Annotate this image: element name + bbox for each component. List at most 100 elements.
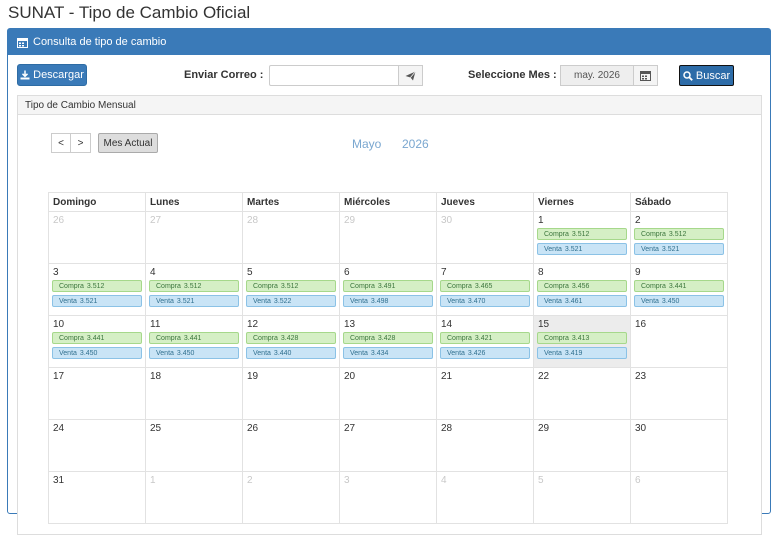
calendar-week: 26 27 28 29 30 1 Compra 3.512 Venta 3.521 2 Compra 3… (49, 212, 728, 264)
day-number: 6 (344, 267, 350, 278)
day-cell: 2 Compra 3.512 Venta 3.521 (631, 212, 728, 264)
buy-rate-value: 3.441 (86, 334, 105, 342)
search-icon (683, 70, 693, 81)
buy-rate-value: 3.428 (377, 334, 396, 342)
day-cell: 22 (534, 368, 631, 420)
day-cell: 4 Compra 3.512 Venta 3.521 (146, 264, 243, 316)
buy-rate-event[interactable]: Compra 3.428 (246, 332, 336, 344)
day-cell: 23 (631, 368, 728, 420)
panel-heading-text: Consulta de tipo de cambio (33, 36, 167, 48)
sell-rate-value: 3.521 (176, 297, 195, 305)
day-number: 18 (150, 371, 162, 382)
day-number: 29 (538, 423, 550, 434)
day-number: 26 (53, 215, 65, 226)
weekday-header-cell: Miércoles (340, 193, 437, 212)
day-cell: 20 (340, 368, 437, 420)
buy-rate-value: 3.512 (571, 230, 590, 238)
buy-rate-event[interactable]: Compra 3.465 (440, 280, 530, 292)
day-cell: 12 Compra 3.428 Venta 3.440 (243, 316, 340, 368)
monthly-rate-section: Tipo de Cambio Mensual < > Mes Actual Ma… (17, 95, 762, 535)
day-number: 4 (441, 475, 447, 486)
page-title: SUNAT - Tipo de Cambio Oficial (8, 3, 251, 22)
next-month-button[interactable]: > (71, 133, 91, 153)
sell-rate-value: 3.450 (661, 297, 680, 305)
day-cell: 29 (534, 420, 631, 472)
sell-rate-label: Venta (59, 297, 77, 305)
day-number: 22 (538, 371, 550, 382)
buy-rate-event[interactable]: Compra 3.441 (634, 280, 724, 292)
sell-rate-event[interactable]: Venta 3.440 (246, 347, 336, 359)
sell-rate-event[interactable]: Venta 3.450 (149, 347, 239, 359)
month-field[interactable]: may. 2026 (560, 65, 634, 86)
calendar-week: 31 1 2 3 4 5 6 (49, 472, 728, 524)
download-button[interactable]: Descargar (17, 64, 87, 86)
buy-rate-label: Compra (544, 334, 569, 342)
buy-rate-label: Compra (59, 334, 84, 342)
sell-rate-event[interactable]: Venta 3.522 (246, 295, 336, 307)
day-number: 11 (150, 319, 161, 330)
sell-rate-event[interactable]: Venta 3.434 (343, 347, 433, 359)
buy-rate-label: Compra (447, 334, 472, 342)
sell-rate-event[interactable]: Venta 3.461 (537, 295, 627, 307)
buy-rate-event[interactable]: Compra 3.441 (52, 332, 142, 344)
sell-rate-event[interactable]: Venta 3.450 (634, 295, 724, 307)
calendar-year: 2026 (402, 137, 429, 151)
send-email-button[interactable] (398, 65, 423, 86)
month-picker-button[interactable] (633, 65, 658, 86)
buy-rate-event[interactable]: Compra 3.421 (440, 332, 530, 344)
sell-rate-event[interactable]: Venta 3.450 (52, 347, 142, 359)
email-input[interactable] (269, 65, 399, 86)
weekday-header: Domingo Lunes Martes Miércoles Jueves Viernes… (49, 193, 728, 212)
buy-rate-event[interactable]: Compra 3.428 (343, 332, 433, 344)
day-cell: 2 (243, 472, 340, 524)
day-cell: 10 Compra 3.441 Venta 3.450 (49, 316, 146, 368)
day-number: 12 (247, 319, 259, 330)
prev-month-button[interactable]: < (51, 133, 71, 153)
buy-rate-label: Compra (350, 282, 375, 290)
day-cell: 28 (437, 420, 534, 472)
sell-rate-event[interactable]: Venta 3.426 (440, 347, 530, 359)
sell-rate-event[interactable]: Venta 3.521 (149, 295, 239, 307)
day-cell: 17 (49, 368, 146, 420)
day-cell: 28 (243, 212, 340, 264)
sell-rate-value: 3.470 (467, 297, 486, 305)
buy-rate-label: Compra (156, 282, 181, 290)
sell-rate-event[interactable]: Venta 3.470 (440, 295, 530, 307)
sell-rate-event[interactable]: Venta 3.419 (537, 347, 627, 359)
day-number: 17 (53, 371, 65, 382)
sell-rate-event[interactable]: Venta 3.521 (634, 243, 724, 255)
sell-rate-value: 3.450 (176, 349, 195, 357)
buy-rate-event[interactable]: Compra 3.512 (634, 228, 724, 240)
buy-rate-event[interactable]: Compra 3.491 (343, 280, 433, 292)
buy-rate-event[interactable]: Compra 3.512 (149, 280, 239, 292)
search-button[interactable]: Buscar (679, 65, 734, 86)
sell-rate-label: Venta (641, 297, 659, 305)
exchange-rate-panel: Consulta de tipo de cambio Descargar Env… (7, 28, 771, 535)
sell-rate-label: Venta (350, 297, 368, 305)
sell-rate-label: Venta (447, 349, 465, 357)
day-cell: 25 (146, 420, 243, 472)
sell-rate-value: 3.521 (661, 245, 680, 253)
buy-rate-label: Compra (544, 282, 569, 290)
calendar-week: 17 18 19 20 21 22 23 (49, 368, 728, 420)
buy-rate-event[interactable]: Compra 3.413 (537, 332, 627, 344)
toolbar: Descargar Enviar Correo : Seleccione Mes… (8, 55, 770, 91)
current-month-button[interactable]: Mes Actual (98, 133, 158, 153)
buy-rate-event[interactable]: Compra 3.441 (149, 332, 239, 344)
day-cell: 16 (631, 316, 728, 368)
day-number: 2 (247, 475, 253, 486)
buy-rate-event[interactable]: Compra 3.512 (537, 228, 627, 240)
buy-rate-value: 3.421 (474, 334, 493, 342)
buy-rate-event[interactable]: Compra 3.512 (246, 280, 336, 292)
month-label: Seleccione Mes : (468, 69, 557, 81)
day-cell: 1 Compra 3.512 Venta 3.521 (534, 212, 631, 264)
buy-rate-value: 3.441 (668, 282, 687, 290)
day-cell: 8 Compra 3.456 Venta 3.461 (534, 264, 631, 316)
sell-rate-event[interactable]: Venta 3.521 (537, 243, 627, 255)
day-cell: 27 (340, 420, 437, 472)
sell-rate-value: 3.461 (564, 297, 583, 305)
buy-rate-event[interactable]: Compra 3.512 (52, 280, 142, 292)
sell-rate-event[interactable]: Venta 3.521 (52, 295, 142, 307)
buy-rate-event[interactable]: Compra 3.456 (537, 280, 627, 292)
sell-rate-event[interactable]: Venta 3.498 (343, 295, 433, 307)
